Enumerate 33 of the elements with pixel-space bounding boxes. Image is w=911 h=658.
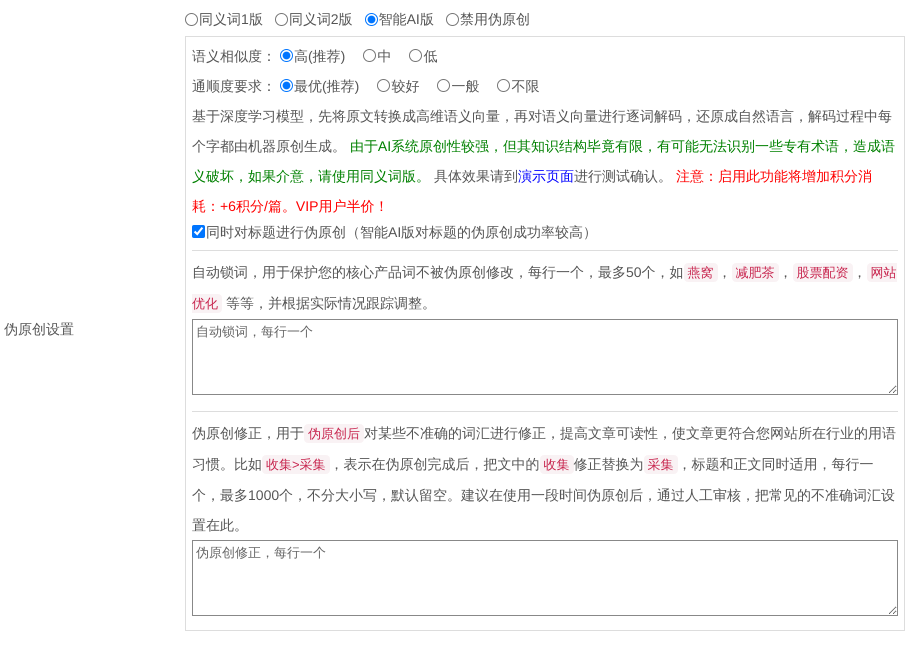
option-radio[interactable]: [280, 79, 293, 92]
mode-radio[interactable]: [274, 12, 288, 26]
mode-radio[interactable]: [185, 12, 198, 26]
radio-label[interactable]: 同义词1版: [199, 8, 263, 30]
radio-label[interactable]: 不限: [511, 74, 540, 96]
option-radio[interactable]: [377, 79, 390, 92]
option-radio[interactable]: [437, 79, 450, 92]
option-radio[interactable]: [280, 49, 293, 62]
mode-radio[interactable]: [364, 12, 378, 26]
option-radio[interactable]: [409, 49, 422, 62]
title-checkbox[interactable]: [192, 225, 205, 238]
correction-description: 伪原创修正，用于 伪原创后 对某些不准确的词汇进行修正，提高文章可读性，使文章更符合您网站所在行业的用语习惯。比如 收集>采集 ，表示在伪原创完成后，把文中的 收集 修正替换为 采集 ，标题和正文同时适用，每行一个，最多1000个，不分大小写，默认留空。建议在使用一段时间伪原创后，通过人工审核，把常见的不准确词汇设置在此。: [192, 423, 897, 535]
radio-label[interactable]: 一般: [451, 74, 480, 96]
option-label: 语义相似度：: [192, 46, 276, 66]
lock-words-description: 自动锁词，用于保护您的核心产品词不被伪原创修改，每行一个，最多50个，如 燕窝 ， 减肥茶 ， 股票配资 ， 网站优化 等等，并根据实际情况跟踪调整。: [192, 262, 898, 315]
option-label: 通顺度要求：: [192, 76, 276, 96]
radio-label[interactable]: 低: [423, 44, 438, 66]
option-radio[interactable]: [363, 49, 376, 62]
radio-label[interactable]: 禁用伪原创: [460, 8, 530, 30]
radio-label[interactable]: 中: [377, 44, 392, 66]
lock-words-field[interactable]: 自动锁词，每行一个: [192, 319, 898, 395]
option-radio[interactable]: [497, 79, 510, 92]
radio-label[interactable]: 高(推荐): [294, 44, 346, 66]
ai-description: 基于深度学习模型，先将原文转换成高维语义向量，再对语义向量进行逐词解码，还原成自然语言，解码过程中每个字都由机器原创生成。 由于AI系统原创性较强，但其知识结构毕竟有限，有可能无法识别一些专有术语，造成语义破坏，如果介意，请使用同义词版。 具体效果请到演示页面进行测试确认。 注意：启用此功能将增加积分消耗：+6积分/篇。VIP用户半价！: [192, 106, 896, 216]
demo-link[interactable]: 演示页面: [518, 168, 574, 184]
section-label: 伪原创设置: [4, 320, 74, 338]
radio-label[interactable]: 最优(推荐): [294, 74, 360, 96]
checkbox-label[interactable]: 同时对标题进行伪原创（智能AI版对标题的伪原创成功率较高）: [206, 220, 598, 242]
mode-radio[interactable]: [446, 12, 459, 26]
correction-field[interactable]: 伪原创修正，每行一个: [192, 540, 898, 616]
radio-label[interactable]: 智能AI版: [378, 8, 434, 30]
radio-label[interactable]: 同义词2版: [288, 8, 353, 30]
radio-label[interactable]: 较好: [391, 74, 420, 96]
